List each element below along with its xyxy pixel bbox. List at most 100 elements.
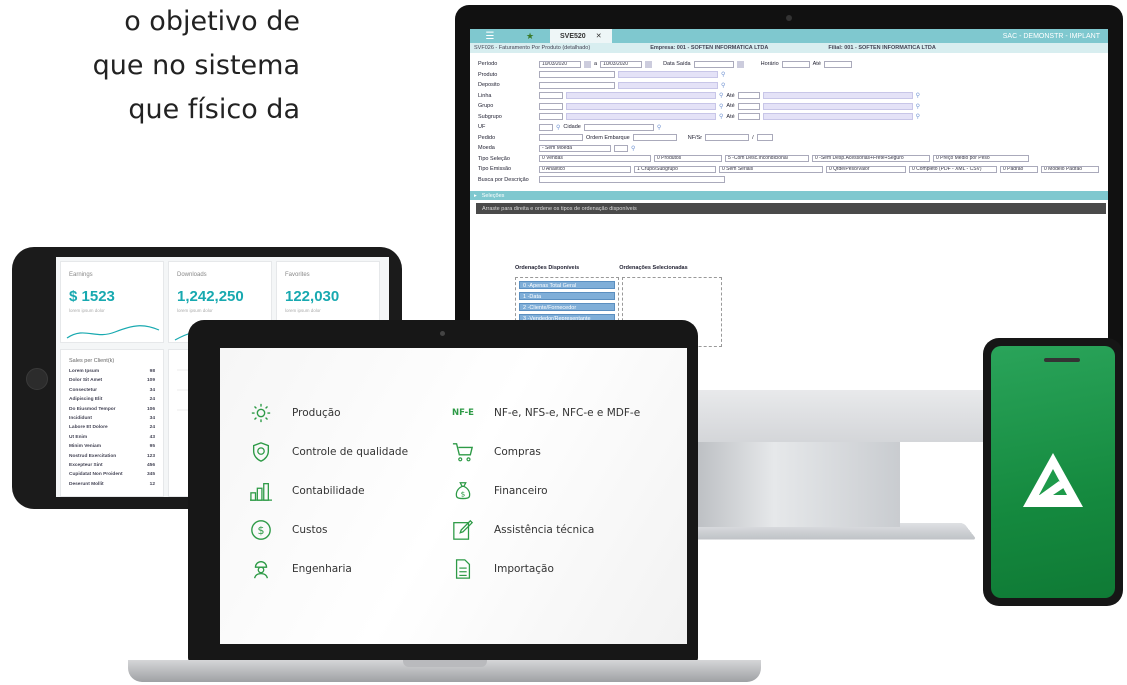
busca-input[interactable]: [539, 176, 725, 184]
search-icon[interactable]: ⚲: [631, 145, 635, 152]
linha-input[interactable]: [539, 92, 563, 100]
horario-ate-input[interactable]: [823, 60, 852, 68]
engineer-icon: [248, 556, 274, 582]
crupo-select[interactable]: 1 Crupo/Subgrupo: [634, 165, 716, 173]
calendar-icon[interactable]: [736, 60, 744, 68]
edit-icon: [450, 517, 476, 543]
ordenacoes-selecionadas-label: Ordenações Selecionadas: [619, 265, 688, 271]
periodo-start-input[interactable]: 10/03/2020: [539, 60, 581, 68]
vendas-select[interactable]: 0 Vendas: [539, 155, 651, 163]
subgrupo-ate-input[interactable]: [737, 113, 760, 121]
linha-ate-input[interactable]: [737, 92, 760, 100]
money-bag-icon: $: [450, 478, 476, 504]
list-item-value: 95: [149, 444, 155, 450]
linha-ate-desc-input[interactable]: [762, 92, 913, 100]
brand-logo-icon: [1023, 453, 1083, 507]
periodo-end-input[interactable]: 10/03/2020: [600, 60, 643, 68]
label-pedido: Pedido: [478, 134, 496, 141]
list-item-name: Excepteur Sint: [69, 462, 103, 468]
uf-input[interactable]: [539, 123, 553, 131]
search-icon[interactable]: ⚲: [657, 124, 661, 131]
search-icon[interactable]: ⚲: [719, 113, 723, 120]
produto-desc-input[interactable]: [618, 71, 718, 79]
intro-line: o objetivo de: [124, 6, 300, 37]
search-icon[interactable]: ⚲: [916, 103, 920, 110]
ordenacoes-panel: Ordenações Disponíveis Ordenações Seleci…: [515, 265, 722, 347]
subgrupo-ate-desc-input[interactable]: [762, 113, 913, 121]
selecoes-bar[interactable]: ▸ Seleções: [470, 191, 1108, 200]
search-icon[interactable]: ⚲: [916, 92, 920, 99]
produtos-select[interactable]: 0 Produtos: [654, 155, 722, 163]
stat-label: Earnings: [69, 272, 93, 278]
subgrupo-desc-input[interactable]: [566, 113, 716, 121]
label-a: a: [594, 61, 598, 68]
label-horario: Horário: [760, 61, 779, 68]
grupo-input[interactable]: [539, 102, 563, 110]
label-tipo-selecao: Tipo Seleção: [478, 155, 510, 162]
module-item[interactable]: $ Financeiro: [450, 478, 548, 504]
module-item[interactable]: Compras: [450, 439, 541, 465]
data-saida-input[interactable]: [693, 60, 734, 68]
search-icon[interactable]: ⚲: [916, 113, 920, 120]
nf-input[interactable]: [705, 134, 750, 142]
horario-input[interactable]: [781, 60, 810, 68]
module-item[interactable]: Controle de qualidade: [248, 439, 408, 465]
calendar-icon[interactable]: [584, 60, 591, 68]
tab-sve520[interactable]: SVE520 ✕: [550, 29, 612, 43]
module-item[interactable]: Contabilidade: [248, 478, 365, 504]
sem-seriais-select[interactable]: 0 Sem Seriais: [719, 165, 823, 173]
module-item[interactable]: Produção: [248, 400, 341, 426]
serie-input[interactable]: [756, 134, 773, 142]
search-icon[interactable]: ⚲: [719, 103, 723, 110]
ordem-embarque-input[interactable]: [632, 134, 677, 142]
padrao-select[interactable]: 0 Padrão: [1000, 165, 1038, 173]
completo-select[interactable]: 0 Completo (PDF - XML - CSV): [909, 165, 997, 173]
close-icon[interactable]: ✕: [596, 32, 602, 40]
deposito-input[interactable]: [539, 81, 615, 89]
imac-stand: [690, 442, 900, 527]
cidade-input[interactable]: [583, 123, 654, 131]
star-icon[interactable]: ★: [510, 29, 550, 43]
ordenacao-item[interactable]: 2 -Cliente/Fornecedor: [519, 303, 615, 311]
search-icon[interactable]: ⚲: [721, 71, 725, 78]
deposito-desc-input[interactable]: [618, 81, 718, 89]
module-item[interactable]: Engenharia: [248, 556, 352, 582]
list-item: Adipiscing Elit 24: [61, 397, 163, 406]
search-icon[interactable]: ⚲: [719, 92, 723, 99]
preco-medio-select[interactable]: 0 Preço Médio por Peso: [933, 155, 1029, 163]
linha-desc-input[interactable]: [566, 92, 716, 100]
grupo-ate-desc-input[interactable]: [762, 102, 913, 110]
calendar-icon[interactable]: [645, 60, 653, 68]
subgrupo-input[interactable]: [539, 113, 563, 121]
camera-icon: [440, 331, 445, 336]
pedido-input[interactable]: [539, 134, 583, 142]
selecoes-label: Seleções: [481, 192, 505, 199]
module-label: Importação: [494, 563, 554, 575]
search-icon[interactable]: ⚲: [556, 124, 560, 131]
module-label: Contabilidade: [292, 485, 365, 497]
moeda-code-input[interactable]: [614, 144, 628, 152]
produto-input[interactable]: [539, 71, 615, 79]
list-item-name: Adipiscing Elit: [69, 397, 103, 403]
module-item[interactable]: NF-E NF-e, NFS-e, NFC-e e MDF-e: [450, 400, 640, 426]
grupo-ate-input[interactable]: [737, 102, 760, 110]
list-item: Ut Enim 43: [61, 435, 163, 444]
module-item[interactable]: $ Custos: [248, 517, 327, 543]
ordenacao-item[interactable]: 1 -Data: [519, 292, 615, 300]
list-item: Nostrud Exercitation 123: [61, 454, 163, 463]
label-subgrupo: Subgrupo: [478, 113, 502, 120]
search-icon[interactable]: ⚲: [721, 82, 725, 89]
stat-label: Downloads: [177, 272, 207, 278]
modelo-select[interactable]: 0 Modelo Padrão: [1041, 165, 1099, 173]
module-item[interactable]: Assistência técnica: [450, 517, 594, 543]
moeda-select[interactable]: - Sem Moeda: [539, 144, 611, 152]
module-item[interactable]: Importação: [450, 556, 554, 582]
grupo-desc-input[interactable]: [566, 102, 716, 110]
sem-desp-select[interactable]: 0 -Sem Desp.Acessorias+Frete+Seguro: [812, 155, 930, 163]
menu-icon[interactable]: ☰: [470, 29, 510, 43]
com-desc-select[interactable]: 5 -Com Desc.Incondicional: [725, 155, 809, 163]
list-item: Cupidatat Non Proident 345: [61, 472, 163, 481]
analitico-select[interactable]: 0 Analítico: [539, 165, 631, 173]
ordenacao-item[interactable]: 0 -Apenas Total Geral: [519, 281, 615, 289]
qtde-select[interactable]: 0 Qtde/Peso/Valor: [826, 165, 906, 173]
